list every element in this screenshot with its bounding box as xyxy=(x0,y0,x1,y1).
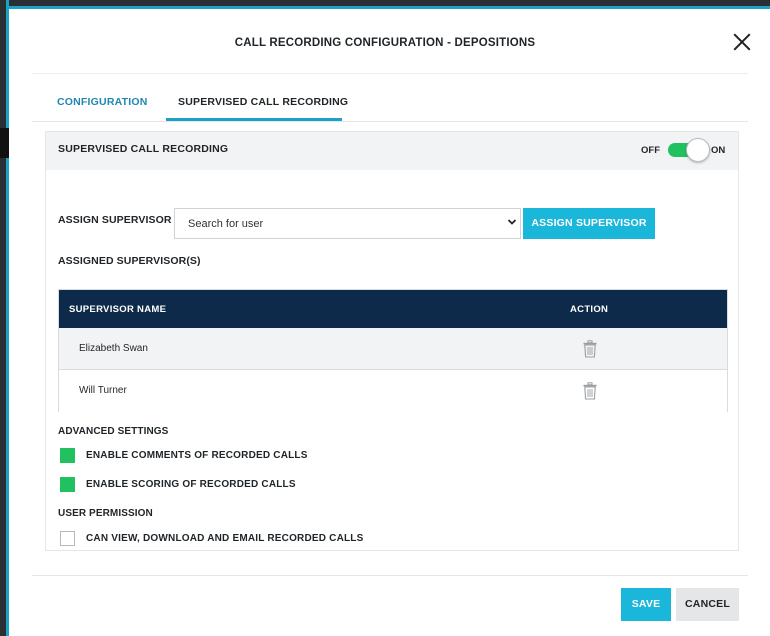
assigned-supervisors-label: ASSIGNED SUPERVISOR(S) xyxy=(58,255,201,267)
enable-comments-label: ENABLE COMMENTS OF RECORDED CALLS xyxy=(86,450,308,461)
recording-toggle[interactable]: OFF ON xyxy=(641,137,736,163)
enable-scoring-checkbox[interactable] xyxy=(60,477,75,492)
assign-supervisor-label: ASSIGN SUPERVISOR xyxy=(58,214,172,226)
column-action: ACTION xyxy=(570,304,609,315)
enable-scoring-label: ENABLE SCORING OF RECORDED CALLS xyxy=(86,479,296,490)
footer-divider xyxy=(32,575,748,576)
table-row: Elizabeth Swan xyxy=(59,328,727,370)
column-supervisor-name: SUPERVISOR NAME xyxy=(69,304,167,315)
supervisor-name: Elizabeth Swan xyxy=(79,343,148,354)
supervisor-search-select[interactable]: Search for user xyxy=(174,208,521,239)
active-tab-indicator xyxy=(166,118,342,121)
close-icon[interactable] xyxy=(731,31,753,53)
view-download-email-checkbox[interactable] xyxy=(60,531,75,546)
trash-icon[interactable] xyxy=(583,382,597,400)
panel-title: SUPERVISED CALL RECORDING xyxy=(58,143,229,155)
search-placeholder: Search for user xyxy=(188,218,264,230)
save-button[interactable]: SAVE xyxy=(621,588,671,621)
cancel-button[interactable]: CANCEL xyxy=(676,588,739,621)
window-top-edge xyxy=(0,0,770,9)
dialog-title: CALL RECORDING CONFIGURATION - DEPOSITIO… xyxy=(234,37,536,49)
table-row: Will Turner xyxy=(59,370,727,412)
table-header: SUPERVISOR NAME ACTION xyxy=(59,290,727,328)
supervisor-table: SUPERVISOR NAME ACTION Elizabeth Swan Wi… xyxy=(58,289,728,412)
view-download-email-label: CAN VIEW, DOWNLOAD AND EMAIL RECORDED CA… xyxy=(86,533,364,544)
user-permission-label: USER PERMISSION xyxy=(58,508,153,519)
assign-supervisor-button[interactable]: ASSIGN SUPERVISOR xyxy=(523,208,655,239)
supervised-recording-panel: SUPERVISED CALL RECORDING OFF ON ASSIGN … xyxy=(45,131,739,551)
toggle-off-label: OFF xyxy=(641,145,660,156)
window-edge-marker xyxy=(0,128,9,158)
toggle-knob[interactable] xyxy=(686,138,710,162)
chevron-down-icon xyxy=(507,219,517,225)
tab-configuration[interactable]: CONFIGURATION xyxy=(57,96,147,108)
tab-bar: CONFIGURATION SUPERVISED CALL RECORDING xyxy=(32,74,748,122)
trash-icon[interactable] xyxy=(583,340,597,358)
tab-supervised-call-recording[interactable]: SUPERVISED CALL RECORDING xyxy=(178,96,348,108)
panel-header: SUPERVISED CALL RECORDING OFF ON xyxy=(46,132,738,170)
window-left-edge xyxy=(0,0,9,636)
supervisor-name: Will Turner xyxy=(79,385,127,396)
toggle-on-label: ON xyxy=(711,145,726,156)
enable-comments-checkbox[interactable] xyxy=(60,448,75,463)
advanced-settings-label: ADVANCED SETTINGS xyxy=(58,426,169,437)
call-recording-dialog: CALL RECORDING CONFIGURATION - DEPOSITIO… xyxy=(9,9,770,636)
